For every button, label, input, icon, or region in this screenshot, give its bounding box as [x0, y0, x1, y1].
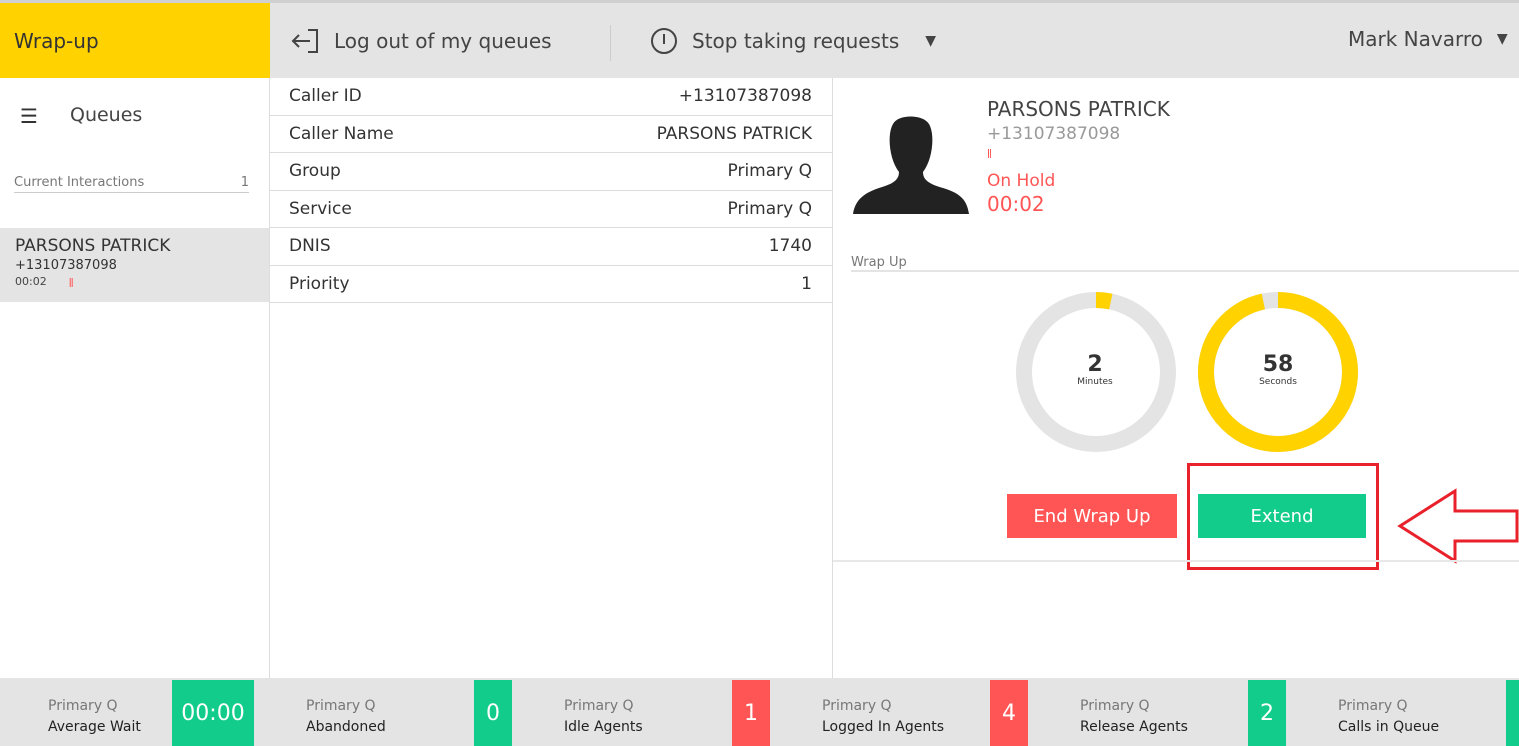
current-interactions-header: Current Interactions 1 [14, 175, 249, 193]
stat-value [1506, 680, 1519, 746]
logout-queues-button[interactable]: Log out of my queues [290, 27, 552, 55]
sidebar: ☰ Queues Current Interactions 1 PARSONS P… [0, 78, 270, 678]
stop-requests-button[interactable]: Stop taking requests ▼ [650, 27, 936, 55]
stat-cell: Primary Q Idle Agents 1 [516, 680, 774, 746]
menu-icon[interactable]: ☰ [20, 104, 38, 128]
power-icon [651, 28, 677, 54]
stats-footer: Primary Q Average Wait 00:00 Primary Q Aband… [0, 678, 1519, 746]
detail-row: Group Primary Q [270, 153, 832, 191]
hold-icon: ǁ [987, 148, 992, 159]
stat-cell: Primary Q Abandoned 0 [258, 680, 516, 746]
user-menu[interactable]: Mark Navarro ▼ [1348, 27, 1508, 51]
detail-row: Service Primary Q [270, 191, 832, 228]
logout-icon [291, 29, 318, 53]
end-wrapup-button[interactable]: End Wrap Up [1007, 494, 1177, 538]
highlight-box [1187, 463, 1379, 570]
avatar [853, 116, 969, 214]
stat-cell: Primary Q Logged In Agents 4 [774, 680, 1032, 746]
hold-icon: ǁ [68, 277, 74, 288]
detail-row: Priority 1 [270, 266, 832, 303]
stat-value: 4 [990, 680, 1028, 746]
agent-state: Wrap-up [0, 3, 270, 78]
divider [833, 560, 1519, 562]
stat-value: 00:00 [172, 680, 254, 746]
sidebar-title: Queues [70, 104, 143, 126]
stat-cell: Primary Q Average Wait 00:00 [0, 680, 258, 746]
stat-cell: Primary Q Calls in Queue [1290, 680, 1519, 746]
caller-panel: PARSONS PATRICK +13107387098 ǁ On Hold 0… [833, 78, 1519, 678]
stat-value: 2 [1248, 680, 1286, 746]
wrapup-label: Wrap Up [851, 255, 1519, 272]
divider [610, 25, 611, 61]
detail-row: Caller Name PARSONS PATRICK [270, 116, 832, 153]
interaction-item[interactable]: PARSONS PATRICK +13107387098 00:02 ǁ [0, 228, 269, 302]
stat-value: 0 [474, 680, 512, 746]
seconds-timer: 58 Seconds [1259, 352, 1297, 387]
details-panel: Caller ID +13107387098 Caller Name PARSONS … [270, 78, 833, 678]
detail-row: Caller ID +13107387098 [270, 78, 832, 116]
minutes-timer: 2 Minutes [1077, 352, 1113, 387]
top-bar: Wrap-up Log out of my queues Stop taking… [0, 0, 1519, 78]
stat-cell: Primary Q Release Agents 2 [1032, 680, 1290, 746]
dropdown-caret-icon: ▼ [1496, 31, 1508, 47]
stat-value: 1 [732, 680, 770, 746]
dropdown-caret-icon[interactable]: ▼ [925, 33, 936, 49]
arrow-left-icon [1397, 488, 1519, 564]
detail-row: DNIS 1740 [270, 228, 832, 266]
